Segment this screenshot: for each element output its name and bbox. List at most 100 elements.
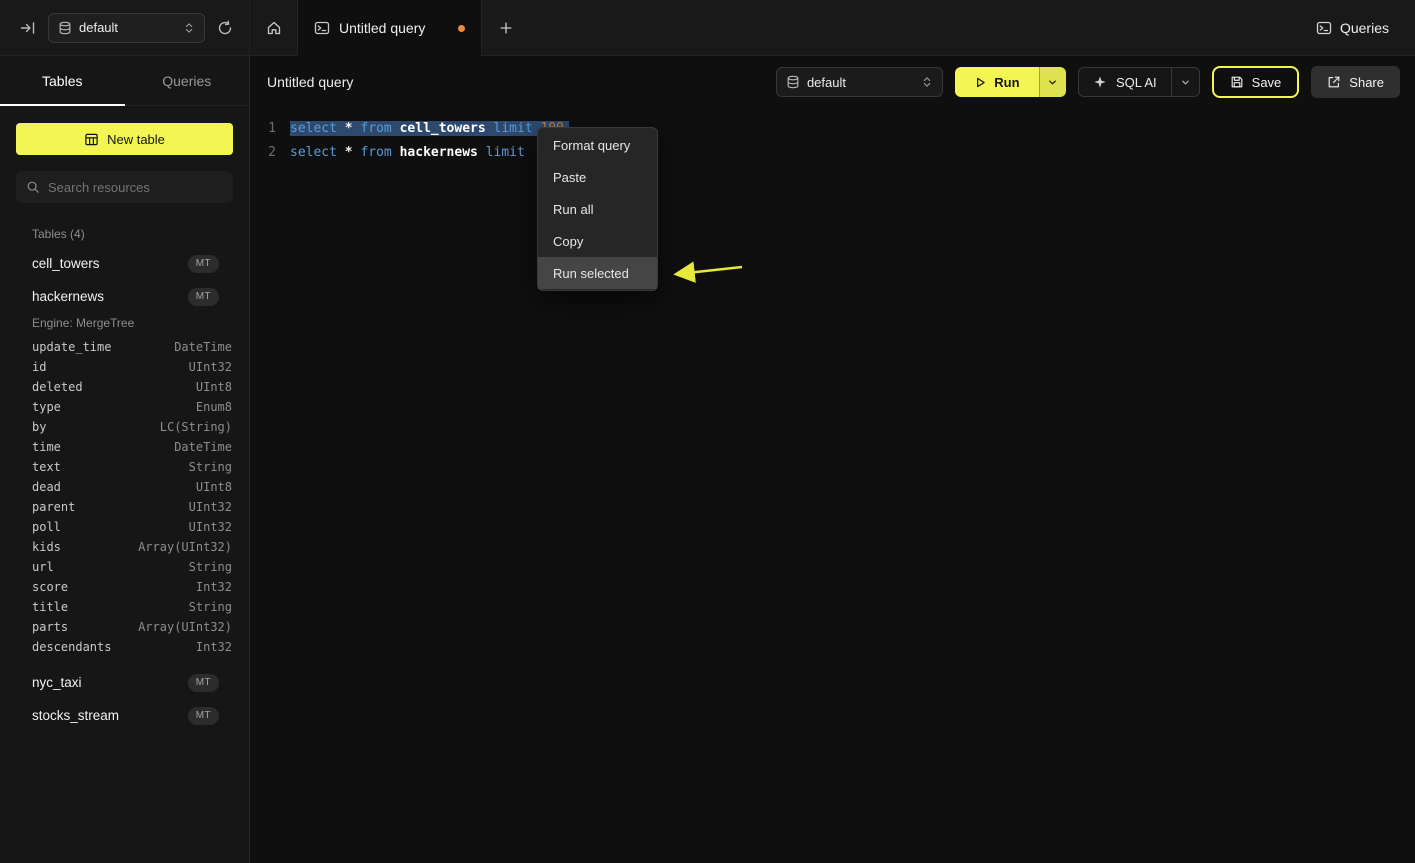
column-row: urlString <box>0 557 249 577</box>
queries-icon <box>1316 20 1332 36</box>
column-row: scoreInt32 <box>0 577 249 597</box>
line-number: 2 <box>250 141 276 165</box>
line-number: 1 <box>250 117 276 141</box>
column-type: LC(String) <box>160 420 232 434</box>
play-icon <box>974 76 987 89</box>
code-token: * <box>345 145 361 160</box>
tables-list: cell_towersMThackernewsMTEngine: MergeTr… <box>0 247 249 863</box>
table-row[interactable]: nyc_taxiMT <box>0 666 249 699</box>
run-button[interactable]: Run <box>955 67 1066 97</box>
collapse-sidebar-button[interactable] <box>18 18 38 38</box>
column-name: parent <box>32 500 189 514</box>
save-button[interactable]: Save <box>1212 66 1300 98</box>
column-type: String <box>189 560 232 574</box>
share-icon <box>1327 75 1341 89</box>
context-menu-item[interactable]: Run selected <box>538 257 657 289</box>
table-engine-badge: MT <box>188 288 219 306</box>
refresh-icon <box>217 20 233 36</box>
column-type: UInt8 <box>196 480 232 494</box>
new-table-button[interactable]: New table <box>16 123 233 155</box>
run-button-label: Run <box>994 75 1019 90</box>
table-row[interactable]: cell_towersMT <box>0 247 249 280</box>
sql-ai-options-button[interactable] <box>1171 68 1199 96</box>
database-icon <box>58 21 72 35</box>
code-text: select * from hackernews limit <box>276 141 525 165</box>
column-type: String <box>189 600 232 614</box>
column-name: update_time <box>32 340 174 354</box>
column-row: deletedUInt8 <box>0 377 249 397</box>
query-database-selector-value: default <box>807 75 914 90</box>
save-button-label: Save <box>1252 75 1282 90</box>
share-button-label: Share <box>1349 75 1384 90</box>
code-line[interactable]: 2select * from hackernews limit <box>250 141 1415 165</box>
query-workspace: Untitled query default <box>250 56 1415 863</box>
search-icon <box>26 180 40 194</box>
save-icon <box>1230 75 1244 89</box>
column-type: UInt32 <box>189 360 232 374</box>
tabstrip: Untitled query <box>250 0 529 55</box>
query-database-selector[interactable]: default <box>776 67 943 97</box>
console-icon <box>314 20 330 36</box>
database-selector[interactable]: default <box>48 13 205 43</box>
code-token: from <box>360 145 399 160</box>
new-tab-button[interactable] <box>482 0 529 55</box>
sidebar-tabs: Tables Queries <box>0 56 249 106</box>
topbar: default <box>0 0 1415 56</box>
code-token: hackernews <box>400 145 486 160</box>
code-editor[interactable]: 1select * from cell_towers limit 1002sel… <box>250 108 1415 165</box>
column-row: update_timeDateTime <box>0 337 249 357</box>
plus-icon <box>499 21 513 35</box>
table-name: nyc_taxi <box>32 675 188 690</box>
table-engine-badge: MT <box>188 674 219 692</box>
column-row: parentUInt32 <box>0 497 249 517</box>
sidebar-tab-queries[interactable]: Queries <box>125 56 250 105</box>
column-type: Enum8 <box>196 400 232 414</box>
home-tab-button[interactable] <box>250 0 297 55</box>
column-type: String <box>189 460 232 474</box>
database-icon <box>786 75 800 89</box>
queries-button-label: Queries <box>1340 20 1389 36</box>
context-menu-item[interactable]: Run all <box>538 193 657 225</box>
run-button-main[interactable]: Run <box>955 67 1039 97</box>
queries-button[interactable]: Queries <box>1316 20 1389 36</box>
table-row[interactable]: stocks_streamMT <box>0 699 249 732</box>
column-name: descendants <box>32 640 196 654</box>
column-type: DateTime <box>174 440 232 454</box>
tab-untitled-query[interactable]: Untitled query <box>297 0 482 56</box>
column-name: text <box>32 460 189 474</box>
sql-ai-button[interactable]: SQL AI <box>1078 67 1200 97</box>
context-menu: Format queryPasteRun allCopyRun selected <box>537 127 658 291</box>
chevron-updown-icon <box>921 76 933 88</box>
column-type: UInt8 <box>196 380 232 394</box>
context-menu-item[interactable]: Format query <box>538 129 657 161</box>
search-box <box>16 171 233 203</box>
context-menu-item[interactable]: Paste <box>538 161 657 193</box>
table-row[interactable]: hackernewsMT <box>0 280 249 313</box>
column-row: textString <box>0 457 249 477</box>
code-token: select <box>290 121 345 136</box>
header-controls: default Run <box>776 66 1400 98</box>
new-table-button-label: New table <box>107 132 165 147</box>
column-name: url <box>32 560 189 574</box>
share-button[interactable]: Share <box>1311 66 1400 98</box>
code-text: select * from cell_towers limit 100 <box>276 117 569 141</box>
search-input[interactable] <box>48 180 223 195</box>
sql-ai-main[interactable]: SQL AI <box>1079 68 1171 96</box>
column-name: title <box>32 600 189 614</box>
column-row: typeEnum8 <box>0 397 249 417</box>
column-name: time <box>32 440 174 454</box>
column-row: partsArray(UInt32) <box>0 617 249 637</box>
column-type: DateTime <box>174 340 232 354</box>
refresh-button[interactable] <box>215 18 235 38</box>
run-options-button[interactable] <box>1039 67 1066 97</box>
code-token: * <box>345 121 361 136</box>
tab-label: Untitled query <box>339 20 439 36</box>
column-row: kidsArray(UInt32) <box>0 537 249 557</box>
sidebar-tab-tables[interactable]: Tables <box>0 56 125 105</box>
context-menu-item[interactable]: Copy <box>538 225 657 257</box>
column-row: idUInt32 <box>0 357 249 377</box>
chevron-updown-icon <box>183 22 195 34</box>
topbar-spacer <box>529 0 1316 55</box>
code-line[interactable]: 1select * from cell_towers limit 100 <box>250 117 1415 141</box>
column-row: byLC(String) <box>0 417 249 437</box>
